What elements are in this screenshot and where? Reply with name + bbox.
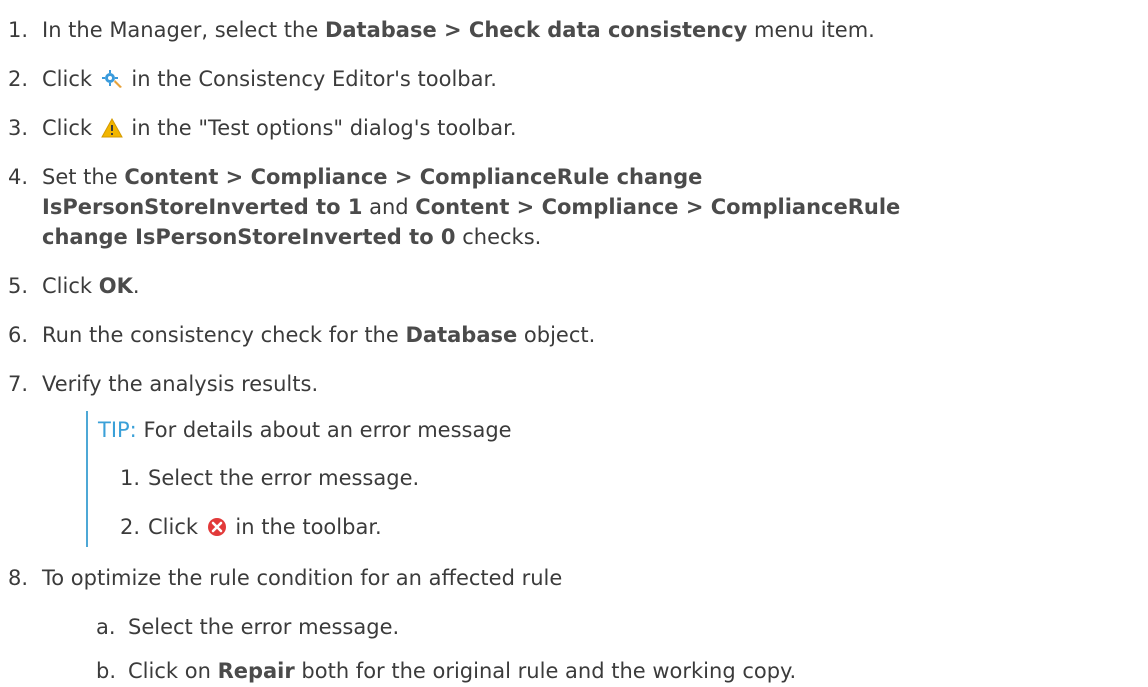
substep-b-number: b. <box>96 656 116 686</box>
warning-icon <box>100 116 123 146</box>
step-text: Select the error message. <box>148 466 420 490</box>
step-text: In the Manager, select the <box>42 18 325 42</box>
step-number: 8. <box>8 566 29 590</box>
step-number: 7. <box>8 372 29 396</box>
tip-text: For details about an error message <box>136 418 512 442</box>
step-text: . <box>132 274 140 298</box>
substep-b: Click on Repair both for the original ru… <box>128 656 796 686</box>
step-text: in the Consistency Editor's toolbar. <box>124 67 497 91</box>
step-text: Select the error message. <box>128 615 400 639</box>
step-text: Verify the analysis results. <box>42 372 319 396</box>
substep-a-number: a. <box>96 612 116 642</box>
step-text: Click <box>42 116 99 140</box>
substep-a: Select the error message. <box>128 612 399 642</box>
step-text: and <box>362 195 416 219</box>
step-number: 6. <box>8 323 29 347</box>
step-text: both for the original rule and the worki… <box>294 659 797 683</box>
repair-label: Repair <box>217 659 295 683</box>
step-number: 4. <box>8 165 29 189</box>
step-text: Click <box>42 67 99 91</box>
step-number: 3. <box>8 116 29 140</box>
step-number: 5. <box>8 274 29 298</box>
ok-label: OK <box>98 274 133 298</box>
check-path: IsPersonStoreInverted to 1 <box>42 195 363 219</box>
menu-path: Database > Check data consistency <box>324 18 748 42</box>
check-path: change IsPersonStoreInverted to 0 <box>42 225 456 249</box>
check-path: Content > Compliance > ComplianceRule ch… <box>124 165 703 189</box>
step-number: 2. <box>120 515 141 539</box>
step-number: 1. <box>8 18 29 42</box>
step-text: To optimize the rule condition for an af… <box>42 566 563 590</box>
tip-label: TIP: <box>98 418 137 442</box>
step-number: 2. <box>8 67 29 91</box>
step-text: menu item. <box>747 18 875 42</box>
tip-item-1-text: Select the error message. <box>148 463 419 493</box>
step-number: 1. <box>120 466 141 490</box>
step-text: object. <box>517 323 596 347</box>
step-text: Run the consistency check for the <box>42 323 406 347</box>
database-label: Database <box>405 323 518 347</box>
step-text: in the toolbar. <box>228 515 382 539</box>
check-path: Content > Compliance > ComplianceRule <box>415 195 901 219</box>
step-text: checks. <box>455 225 542 249</box>
step-text: Click <box>148 515 205 539</box>
step-text: Set the <box>42 165 125 189</box>
tip-accent-bar <box>86 411 88 547</box>
tip-heading: TIP: For details about an error message <box>98 415 512 445</box>
step-number: a. <box>96 615 116 639</box>
tip-item-2: 2. <box>120 512 140 542</box>
step-text: in the "Test options" dialog's toolbar. <box>124 116 517 140</box>
tip-item-1: 1. <box>120 463 140 493</box>
consistency-settings-icon <box>101 67 123 97</box>
tip-item-2-text: Click in the toolbar. <box>148 512 382 545</box>
step-number: b. <box>96 659 117 683</box>
step-text: Click <box>42 274 99 298</box>
step-text: Click on <box>128 659 218 683</box>
error-icon <box>207 515 227 545</box>
